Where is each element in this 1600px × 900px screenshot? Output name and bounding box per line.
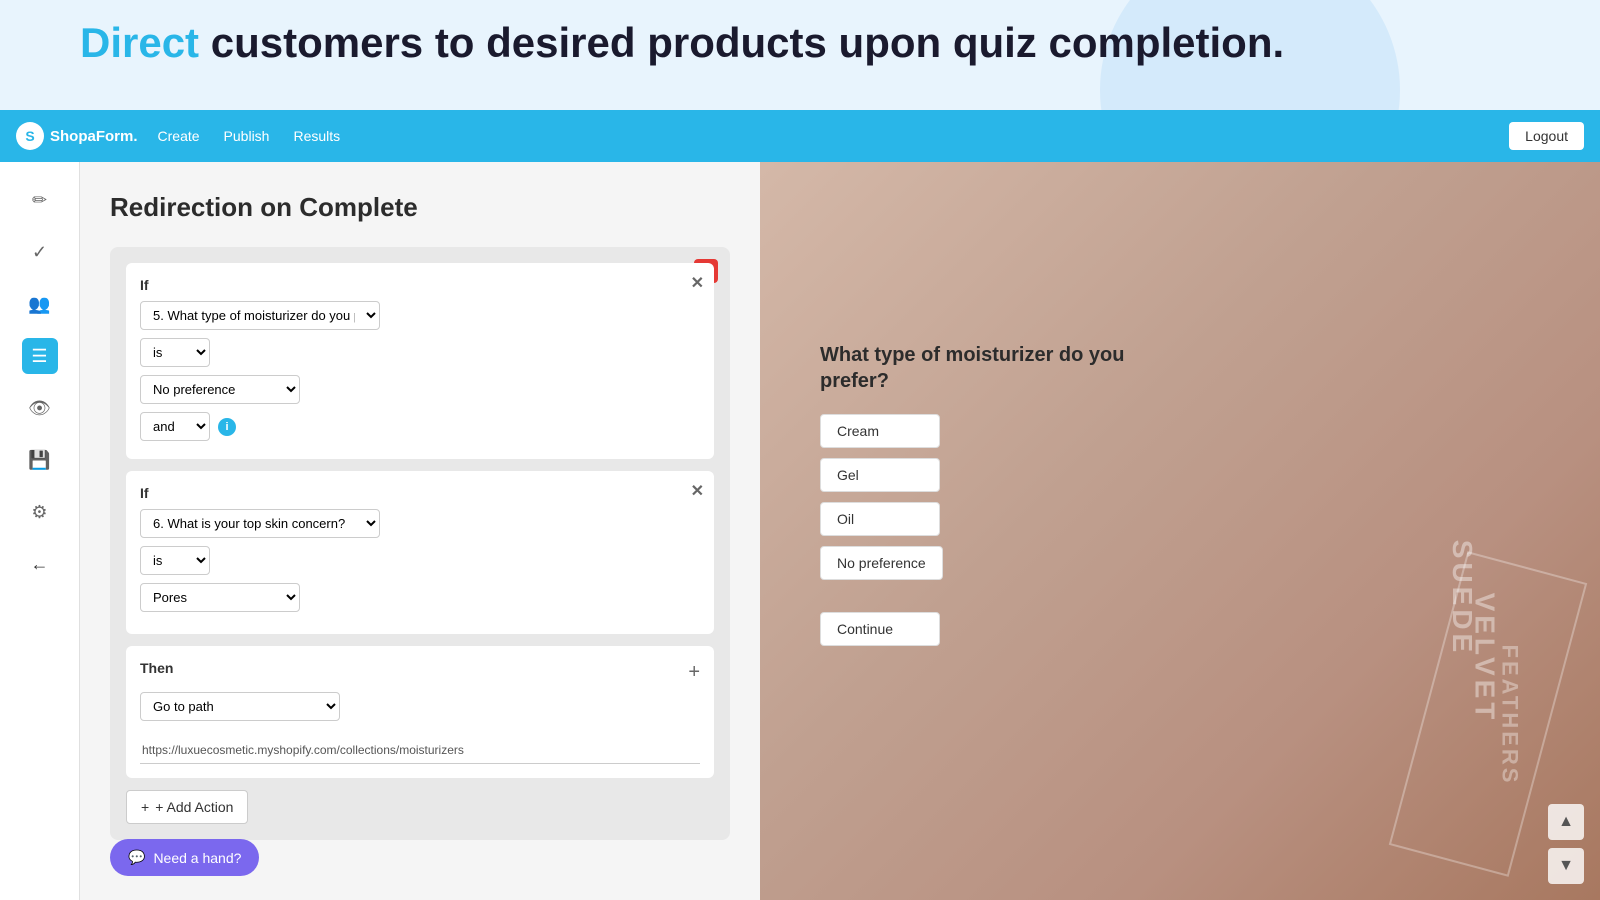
operator-select-row-2: is [140,546,700,575]
answer-select-1[interactable]: No preference [140,375,300,404]
sidebar-icon-eye[interactable]: 👁 [22,390,58,426]
add-action-label: + Add Action [155,799,233,815]
answer-select-row-2: Pores [140,583,700,612]
info-icon[interactable]: i [218,418,236,436]
preview-background: SUEDE VELVET FEATHERS What type of moist… [760,162,1600,900]
page-title: Redirection on Complete [110,192,730,223]
and-row: and i [140,412,700,441]
url-input[interactable] [140,737,700,764]
quiz-option-gel[interactable]: Gel [820,458,940,492]
add-action-plus: + [141,799,149,815]
nav-links: Create Publish Results [158,128,341,144]
answer-select-2[interactable]: Pores [140,583,300,612]
nav-results[interactable]: Results [293,128,340,144]
nav-publish[interactable]: Publish [224,128,270,144]
condition-block-2: ✕ If 6. What is your top skin concern? i… [126,471,714,634]
quiz-preview-card: What type of moisturizer do you prefer? … [820,342,1160,646]
sidebar-icon-save[interactable]: 💾 [22,442,58,478]
operator-select-2[interactable]: is [140,546,210,575]
question-select-row-2: 6. What is your top skin concern? [140,509,700,538]
logout-button[interactable]: Logout [1509,122,1584,150]
quiz-option-no-preference[interactable]: No preference [820,546,943,580]
scroll-up-button[interactable]: ▲ [1548,804,1584,840]
sidebar-icon-check[interactable]: ✓ [22,234,58,270]
help-button[interactable]: 💬 Need a hand? [110,839,259,876]
then-plus-button[interactable]: + [688,661,700,684]
sidebar-icon-back[interactable]: ← [22,546,58,582]
quiz-question: What type of moisturizer do you prefer? [820,342,1160,394]
scroll-down-button[interactable]: ▼ [1548,848,1584,884]
add-action-button[interactable]: + + Add Action [126,790,248,824]
quiz-option-oil[interactable]: Oil [820,502,940,536]
condition-block-2-close[interactable]: ✕ [691,481,704,501]
main-content: Redirection on Complete ✕ ✕ If 5. What t… [80,162,760,900]
then-label: Then [140,660,173,676]
question-select-row-1: 5. What type of moisturizer do you prefe… [140,301,700,330]
help-label: Need a hand? [153,850,241,866]
logo-icon: S [16,122,44,150]
connector-select[interactable]: and [140,412,210,441]
if-label-2: If [140,485,700,501]
quiz-option-cream[interactable]: Cream [820,414,940,448]
if-label-1: If [140,277,700,293]
then-block: Then + Go to path [126,646,714,778]
operator-select-row-1: is [140,338,700,367]
nav-create[interactable]: Create [158,128,200,144]
action-select[interactable]: Go to path [140,692,340,721]
sidebar-icon-list[interactable]: ☰ [22,338,58,374]
nav-logo: S ShopaForm. [16,122,138,150]
action-select-row: Go to path [140,692,700,721]
hero-title: Direct customers to desired products upo… [80,18,1284,68]
help-icon: 💬 [128,849,145,866]
deco-text-3: FEATHERS [1497,645,1523,786]
navbar: S ShopaForm. Create Publish Results Logo… [0,110,1600,162]
operator-select-1[interactable]: is [140,338,210,367]
sidebar-icon-users[interactable]: 👥 [22,286,58,322]
quiz-continue-button[interactable]: Continue [820,612,940,646]
condition-block-1-close[interactable]: ✕ [691,273,704,293]
condition-card: ✕ ✕ If 5. What type of moisturizer do yo… [110,247,730,840]
hero-highlight: Direct [80,19,199,66]
sidebar: ✏ ✓ 👥 ☰ 👁 💾 ⚙ ← [0,162,80,900]
logo-text: ShopaForm. [50,128,138,145]
sidebar-icon-pencil[interactable]: ✏ [22,182,58,218]
answer-select-row-1: No preference [140,375,700,404]
question-select-2[interactable]: 6. What is your top skin concern? [140,509,380,538]
condition-block-1: ✕ If 5. What type of moisturizer do you … [126,263,714,459]
sidebar-icon-gear[interactable]: ⚙ [22,494,58,530]
question-select-1[interactable]: 5. What type of moisturizer do you prefe… [140,301,380,330]
preview-panel: SUEDE VELVET FEATHERS What type of moist… [760,162,1600,900]
